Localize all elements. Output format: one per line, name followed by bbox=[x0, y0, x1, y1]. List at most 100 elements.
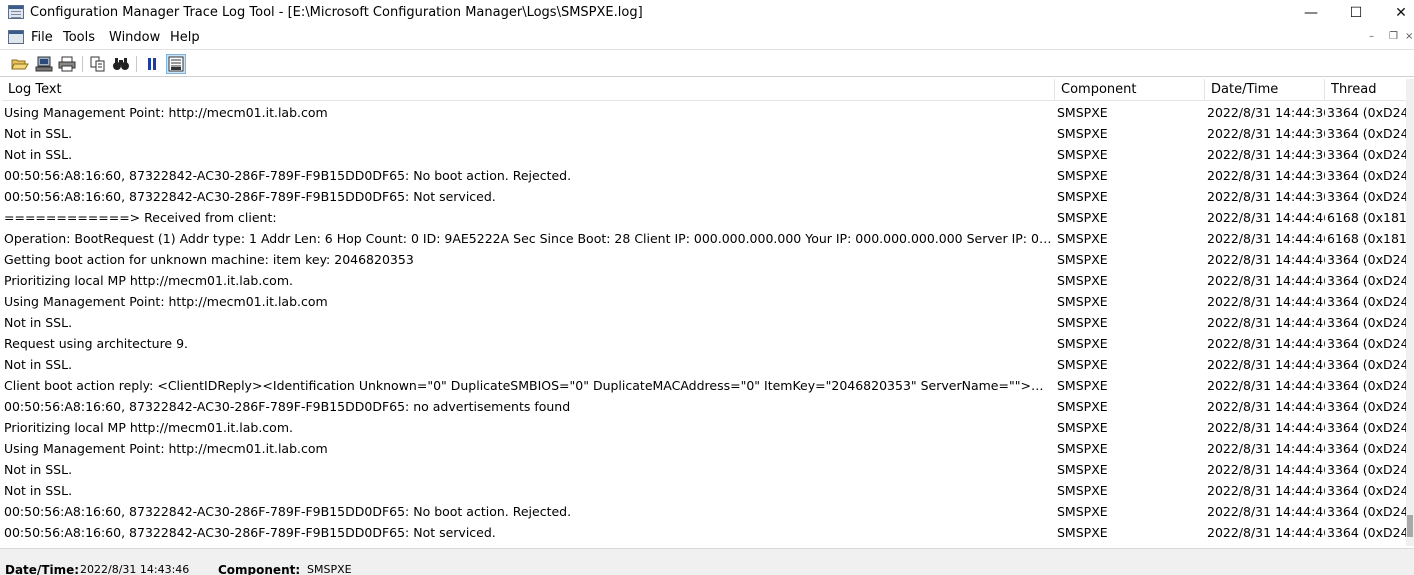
component-cell: SMSPXE bbox=[1057, 483, 1108, 498]
table-row[interactable]: Not in SSL. SMSPXE 2022/8/31 14:44:46 3364 … bbox=[2, 480, 1406, 501]
table-row[interactable]: 00:50:56:A8:16:60, 87322842-AC30-286F-78… bbox=[2, 186, 1406, 207]
log-text-cell: 00:50:56:A8:16:60, 87322842-AC30-286F-78… bbox=[4, 168, 572, 183]
log-text-cell: 00:50:56:A8:16:60, 87322842-AC30-286F-78… bbox=[4, 504, 572, 519]
find-icon[interactable] bbox=[111, 54, 131, 74]
component-cell: SMSPXE bbox=[1057, 210, 1108, 225]
datetime-cell: 2022/8/31 14:44:46 bbox=[1207, 294, 1325, 309]
log-text-cell: Not in SSL. bbox=[4, 315, 73, 330]
thread-cell: 3364 (0xD24) bbox=[1327, 504, 1406, 519]
table-row[interactable]: Using Management Point: http://mecm01.it… bbox=[2, 102, 1406, 123]
datetime-cell: 2022/8/31 14:44:46 bbox=[1207, 357, 1325, 372]
datetime-cell: 2022/8/31 14:44:46 bbox=[1207, 504, 1325, 519]
column-header-datetime[interactable]: Date/Time bbox=[1205, 79, 1325, 101]
menu-file[interactable]: File bbox=[31, 30, 53, 45]
column-header-component[interactable]: Component bbox=[1055, 79, 1205, 101]
table-row[interactable]: Request using architecture 9. SMSPXE 2022/… bbox=[2, 333, 1406, 354]
component-cell: SMSPXE bbox=[1057, 525, 1108, 540]
mdi-minimize-button[interactable]: – bbox=[1369, 31, 1374, 42]
list-header: Log Text Component Date/Time Thread bbox=[2, 79, 1406, 101]
open-icon[interactable] bbox=[10, 54, 30, 74]
datetime-cell: 2022/8/31 14:44:46 bbox=[1207, 483, 1325, 498]
table-row[interactable]: Operation: BootRequest (1) Addr type: 1 … bbox=[2, 228, 1406, 249]
log-text-cell: 00:50:56:A8:16:60, 87322842-AC30-286F-78… bbox=[4, 525, 496, 540]
table-row[interactable]: Using Management Point: http://mecm01.it… bbox=[2, 291, 1406, 312]
datetime-cell: 2022/8/31 14:44:46 bbox=[1207, 273, 1325, 288]
menu-help[interactable]: Help bbox=[170, 30, 200, 45]
log-list[interactable]: Log Text Component Date/Time Thread Usin… bbox=[2, 79, 1406, 546]
column-header-log-text[interactable]: Log Text bbox=[2, 79, 1055, 101]
table-row[interactable]: Prioritizing local MP http://mecm01.it.l… bbox=[2, 270, 1406, 291]
component-cell: SMSPXE bbox=[1057, 189, 1108, 204]
thread-cell: 3364 (0xD24) bbox=[1327, 420, 1406, 435]
log-text-cell: Using Management Point: http://mecm01.it… bbox=[4, 294, 328, 309]
component-cell: SMSPXE bbox=[1057, 105, 1108, 120]
component-label: Component: bbox=[218, 563, 301, 575]
datetime-cell: 2022/8/31 14:44:46 bbox=[1207, 525, 1325, 540]
table-row[interactable]: Not in SSL. SMSPXE 2022/8/31 14:44:46 3364 … bbox=[2, 459, 1406, 480]
open-on-server-icon[interactable] bbox=[34, 54, 54, 74]
component-cell: SMSPXE bbox=[1057, 462, 1108, 477]
table-row[interactable]: Not in SSL. SMSPXE 2022/8/31 14:44:30 3364 … bbox=[2, 144, 1406, 165]
thread-cell: 3364 (0xD24) bbox=[1327, 336, 1406, 351]
table-row[interactable]: 00:50:56:A8:16:60, 87322842-AC30-286F-78… bbox=[2, 396, 1406, 417]
table-row[interactable]: Not in SSL. SMSPXE 2022/8/31 14:44:46 3364 … bbox=[2, 312, 1406, 333]
log-text-cell: Not in SSL. bbox=[4, 483, 73, 498]
datetime-cell: 2022/8/31 14:44:46 bbox=[1207, 231, 1325, 246]
log-text-cell: Using Management Point: http://mecm01.it… bbox=[4, 105, 328, 120]
log-text-cell: 00:50:56:A8:16:60, 87322842-AC30-286F-78… bbox=[4, 399, 571, 414]
mdi-close-button[interactable]: × bbox=[1405, 31, 1413, 42]
thread-cell: 3364 (0xD24) bbox=[1327, 315, 1406, 330]
component-cell: SMSPXE bbox=[1057, 441, 1108, 456]
toolbar bbox=[0, 49, 1414, 77]
maximize-button[interactable]: ☐ bbox=[1333, 0, 1379, 26]
mdi-restore-button[interactable]: ❐ bbox=[1389, 31, 1398, 42]
datetime-cell: 2022/8/31 14:44:30 bbox=[1207, 105, 1325, 120]
thread-cell: 3364 (0xD24) bbox=[1327, 483, 1406, 498]
scrollbar-thumb[interactable] bbox=[1407, 515, 1413, 537]
component-cell: SMSPXE bbox=[1057, 315, 1108, 330]
title-bar: Configuration Manager Trace Log Tool - [… bbox=[0, 0, 1414, 26]
log-text-cell: Not in SSL. bbox=[4, 126, 73, 141]
thread-cell: 3364 (0xD24) bbox=[1327, 273, 1406, 288]
table-row[interactable]: Not in SSL. SMSPXE 2022/8/31 14:44:46 3364 … bbox=[2, 354, 1406, 375]
column-header-thread[interactable]: Thread bbox=[1325, 79, 1406, 101]
thread-cell: 3364 (0xD24) bbox=[1327, 441, 1406, 456]
component-cell: SMSPXE bbox=[1057, 336, 1108, 351]
minimize-button[interactable]: — bbox=[1288, 0, 1334, 26]
datetime-cell: 2022/8/31 14:44:46 bbox=[1207, 378, 1325, 393]
table-row[interactable]: 00:50:56:A8:16:60, 87322842-AC30-286F-78… bbox=[2, 522, 1406, 543]
table-row[interactable]: Getting boot action for unknown machine:… bbox=[2, 249, 1406, 270]
component-cell: SMSPXE bbox=[1057, 378, 1108, 393]
component-cell: SMSPXE bbox=[1057, 273, 1108, 288]
table-row[interactable]: ============> Received from client: SMSPX… bbox=[2, 207, 1406, 228]
log-text-cell: Getting boot action for unknown machine:… bbox=[4, 252, 414, 267]
log-text-cell: Not in SSL. bbox=[4, 357, 73, 372]
print-icon[interactable] bbox=[57, 54, 77, 74]
thread-cell: 3364 (0xD24) bbox=[1327, 105, 1406, 120]
close-button[interactable]: ✕ bbox=[1378, 0, 1414, 26]
datetime-cell: 2022/8/31 14:44:46 bbox=[1207, 252, 1325, 267]
vertical-scrollbar[interactable] bbox=[1406, 79, 1414, 546]
pause-icon[interactable] bbox=[142, 54, 162, 74]
document-icon[interactable] bbox=[8, 30, 24, 44]
copy-icon[interactable] bbox=[88, 54, 108, 74]
log-text-cell: Client boot action reply: <ClientIDReply… bbox=[4, 378, 1052, 393]
component-cell: SMSPXE bbox=[1057, 357, 1108, 372]
datetime-cell: 2022/8/31 14:44:46 bbox=[1207, 210, 1325, 225]
toggle-details-icon[interactable] bbox=[166, 54, 186, 74]
thread-cell: 3364 (0xD24) bbox=[1327, 357, 1406, 372]
table-row[interactable]: Using Management Point: http://mecm01.it… bbox=[2, 438, 1406, 459]
table-row[interactable]: Client boot action reply: <ClientIDReply… bbox=[2, 375, 1406, 396]
table-row[interactable]: 00:50:56:A8:16:60, 87322842-AC30-286F-78… bbox=[2, 501, 1406, 522]
component-cell: SMSPXE bbox=[1057, 147, 1108, 162]
table-row[interactable]: Prioritizing local MP http://mecm01.it.l… bbox=[2, 417, 1406, 438]
menu-tools[interactable]: Tools bbox=[63, 30, 95, 45]
table-row[interactable]: Not in SSL. SMSPXE 2022/8/31 14:44:30 3364 … bbox=[2, 123, 1406, 144]
table-row[interactable]: 00:50:56:A8:16:60, 87322842-AC30-286F-78… bbox=[2, 165, 1406, 186]
thread-cell: 3364 (0xD24) bbox=[1327, 294, 1406, 309]
log-text-cell: Request using architecture 9. bbox=[4, 336, 189, 351]
menu-window[interactable]: Window bbox=[109, 30, 160, 45]
thread-cell: 3364 (0xD24) bbox=[1327, 126, 1406, 141]
app-icon[interactable] bbox=[8, 5, 24, 19]
thread-cell: 3364 (0xD24) bbox=[1327, 252, 1406, 267]
